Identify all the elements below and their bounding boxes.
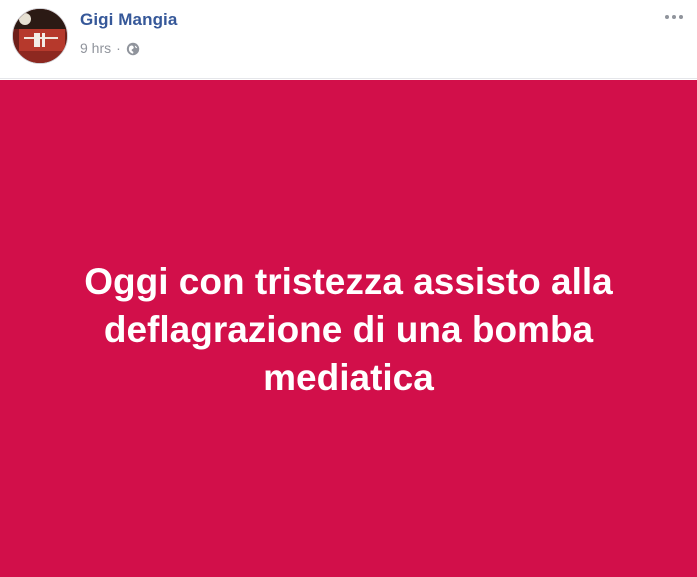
facebook-post: Gigi Mangia 9 hrs · Oggi con tristezza a…	[0, 0, 697, 577]
globe-icon[interactable]	[126, 42, 140, 56]
author-avatar[interactable]	[12, 8, 68, 64]
post-background-banner: Oggi con tristezza assisto alla deflagra…	[0, 80, 697, 577]
author-name[interactable]: Gigi Mangia	[80, 10, 177, 30]
post-meta: 9 hrs ·	[80, 39, 140, 57]
post-message: Oggi con tristezza assisto alla deflagra…	[84, 260, 613, 398]
post-header: Gigi Mangia 9 hrs ·	[0, 0, 697, 79]
meta-separator: ·	[116, 40, 121, 56]
post-timestamp[interactable]: 9 hrs	[80, 40, 111, 56]
more-options-icon[interactable]	[663, 10, 685, 24]
avatar-image	[13, 9, 67, 63]
